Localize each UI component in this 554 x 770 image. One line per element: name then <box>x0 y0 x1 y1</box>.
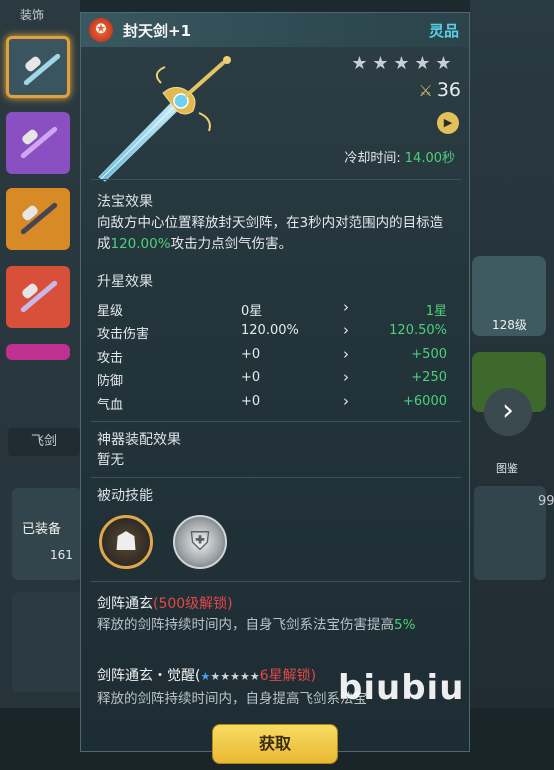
artifact-value: 暂无 <box>97 452 124 468</box>
sword-artwork <box>98 56 231 182</box>
item-card[interactable] <box>12 592 82 692</box>
effect-percent: 120.00% <box>110 236 171 252</box>
row-next: +250 <box>411 370 447 385</box>
skill-a-desc: 释放的剑阵持续时间内，自身飞剑系法宝伤害提高 <box>97 617 394 633</box>
skill-b-name: 剑阵通玄・觉醒( <box>97 668 201 684</box>
effect-text-end: 攻击力点剑气伤害。 <box>170 236 293 252</box>
play-preview-icon[interactable]: ▶ <box>437 112 459 134</box>
star-icon: ★ <box>220 670 231 683</box>
next-arrow-icon[interactable]: › <box>484 388 532 436</box>
fly-sword-tab[interactable]: 飞剑 <box>8 428 80 456</box>
flame-icon: ☗ <box>114 527 138 557</box>
row-arrow-icon: › <box>343 368 349 386</box>
star-icon: ★ <box>239 670 250 683</box>
combat-power-value: 36 <box>436 79 461 101</box>
rarity-emblem-icon: ✪ <box>89 18 113 42</box>
cooldown: 冷却时间: 14.00秒 <box>344 147 455 166</box>
star-icon: ★ <box>393 53 410 74</box>
skill-b-unlock: 6星解锁) <box>259 668 317 684</box>
equipped-label: 已装备 <box>22 522 62 537</box>
row-next: +6000 <box>403 394 447 409</box>
artifact-title: 神器装配效果 <box>97 432 181 448</box>
row-label: 防御 <box>97 374 124 389</box>
star-icon: ★ <box>372 53 389 74</box>
row-arrow-icon: › <box>343 298 349 316</box>
passive-skill-shield-icon[interactable]: ⛨ <box>173 515 227 569</box>
row-current: +0 <box>241 370 261 385</box>
passive-title: 被动技能 <box>97 488 153 504</box>
star-icon: ★ <box>249 670 260 683</box>
right-number: 999 <box>538 494 554 509</box>
row-label: 星级 <box>97 304 124 319</box>
row-current: +0 <box>241 347 261 362</box>
skill-a-name: 剑阵通玄 <box>97 596 153 612</box>
row-next: 1星 <box>425 304 447 319</box>
crossed-swords-icon: ⚔ <box>418 81 433 100</box>
star-rating: ★ ★ ★ ★ ★ <box>349 53 454 74</box>
divider <box>91 179 461 180</box>
combat-power: ⚔ 36 <box>418 79 461 101</box>
divider <box>91 581 461 582</box>
item-detail-panel: ✪ 封天剑+1 灵品 ★ ★ ★ ★ ★ ⚔ 36 ▶ 冷却时间: 14.00秒 法宝效果 … <box>80 12 470 752</box>
skill-b-title: 剑阵通玄・觉醒(★★★★★★6星解锁) <box>97 665 316 685</box>
item-rarity: 灵品 <box>428 22 459 40</box>
star-icon: ★ <box>210 670 221 683</box>
row-arrow-icon: › <box>343 321 349 339</box>
watermark-logo: biubiu <box>338 668 465 708</box>
star-icon: ★ <box>200 670 211 683</box>
passive-skill-flame-icon[interactable]: ☗ <box>99 515 153 569</box>
star-icon: ★ <box>230 670 240 683</box>
header-bar: ✪ 封天剑+1 灵品 <box>81 13 469 47</box>
row-label: 攻击 <box>97 351 124 366</box>
row-arrow-icon: › <box>343 345 349 363</box>
effect-title: 法宝效果 <box>97 194 153 210</box>
star-icon: ★ <box>414 53 431 74</box>
skill-a-title: 剑阵通玄(500级解锁) <box>97 593 233 613</box>
divider <box>91 477 461 478</box>
skill-a-description: 释放的剑阵持续时间内，自身飞剑系法宝伤害提高5% <box>97 615 455 636</box>
row-arrow-icon: › <box>343 392 349 410</box>
row-next: +500 <box>411 347 447 362</box>
skill-a-unlock: (500级解锁) <box>153 596 233 612</box>
cooldown-value: 14.00秒 <box>404 151 455 166</box>
equipment-slot[interactable] <box>6 112 70 174</box>
row-label: 气血 <box>97 398 124 413</box>
shield-icon: ⛨ <box>190 527 210 557</box>
row-current: 120.00% <box>241 323 299 338</box>
row-current: 0星 <box>241 304 263 319</box>
equipped-count: 161 <box>50 548 73 562</box>
row-label: 攻击伤害 <box>97 327 150 342</box>
atlas-label[interactable]: 图鉴 <box>496 460 518 476</box>
equipment-slot-selected[interactable] <box>6 36 70 98</box>
armor-level: 128级 <box>492 318 527 332</box>
equipment-slot[interactable] <box>6 344 70 360</box>
row-next: 120.50% <box>389 323 447 338</box>
decoration-tab[interactable]: 装饰 <box>20 6 44 23</box>
cooldown-label: 冷却时间: <box>344 151 401 166</box>
equipment-slot[interactable] <box>6 266 70 328</box>
acquire-button[interactable]: 获取 <box>212 724 338 764</box>
divider <box>91 421 461 422</box>
skill-a-percent: 5% <box>394 617 416 633</box>
row-current: +0 <box>241 394 261 409</box>
star-icon: ★ <box>351 53 368 74</box>
star-upgrade-title: 升星效果 <box>97 274 153 290</box>
item-card-right[interactable] <box>474 486 546 580</box>
star-icon: ★ <box>435 53 452 74</box>
item-name: 封天剑+1 <box>123 22 192 40</box>
equipment-slot[interactable] <box>6 188 70 250</box>
effect-description: 向敌方中心位置释放封天剑阵，在3秒内对范围内的目标造成120.00%攻击力点剑气… <box>97 213 455 255</box>
